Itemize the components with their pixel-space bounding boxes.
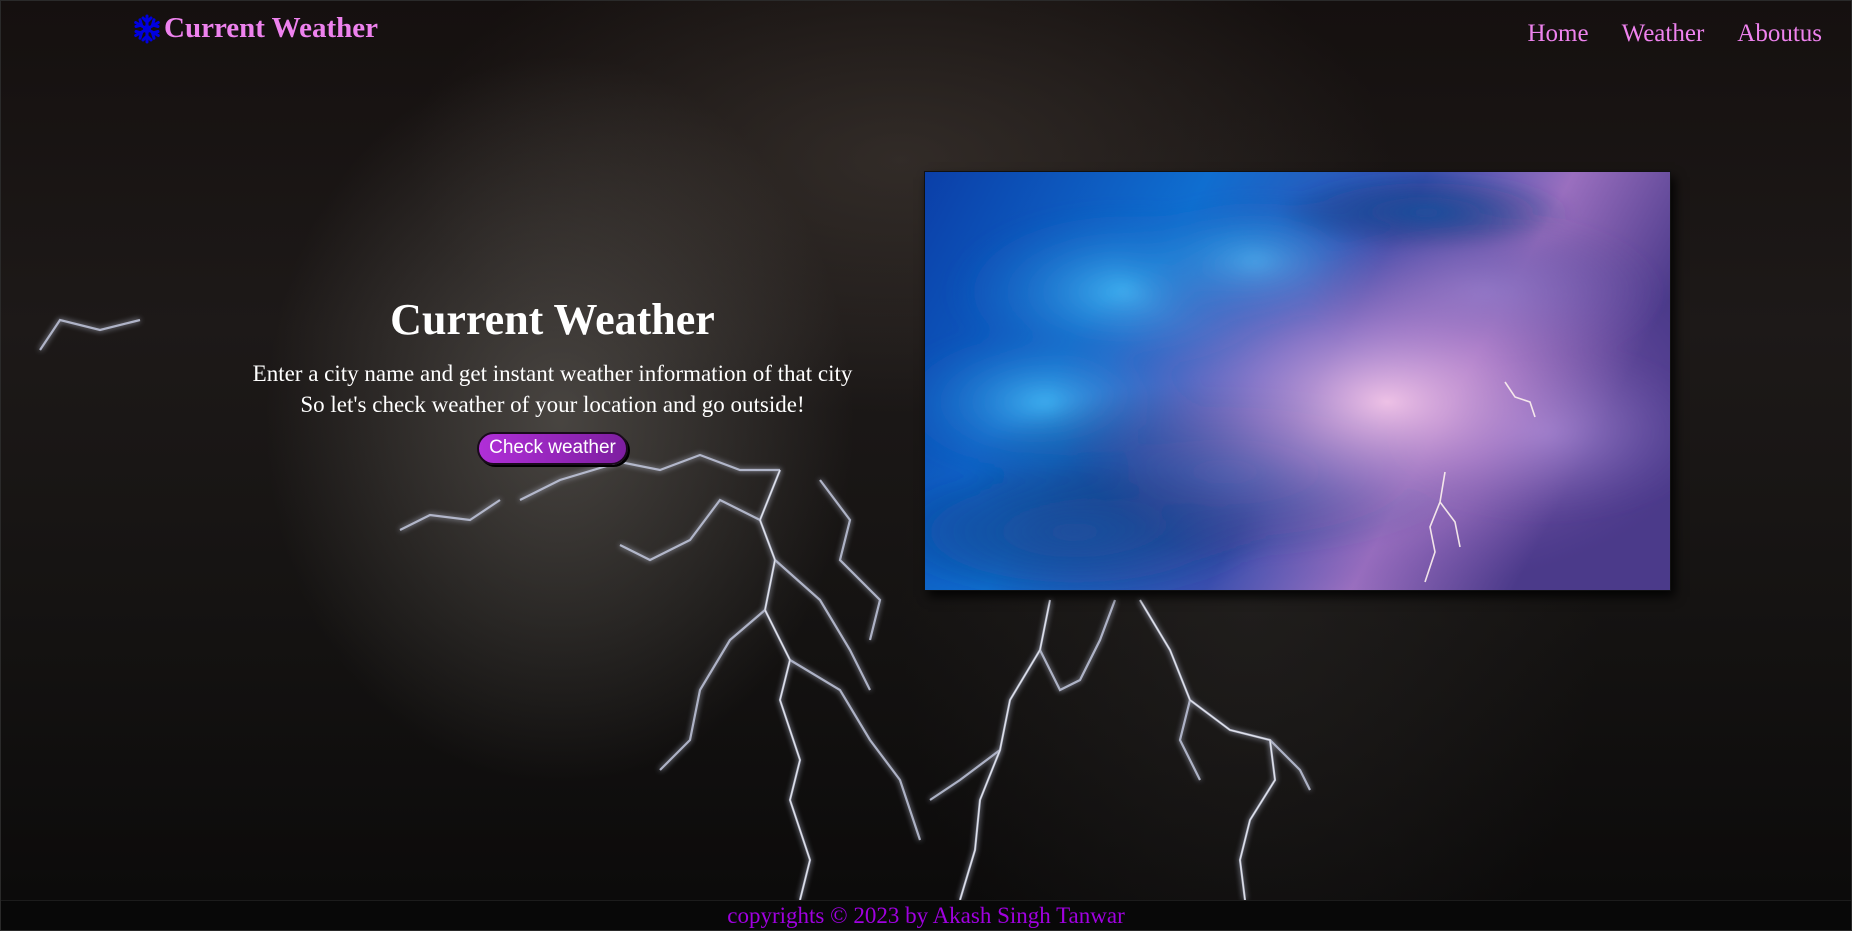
nav-links: Home Weather Aboutus [1528,20,1823,48]
page: Current Weather Home Weather Aboutus Cur… [0,0,1852,931]
snowflake-icon [132,14,162,44]
brand-text: Current Weather [164,12,378,44]
hero-title: Current Weather [390,295,715,344]
hero-description-line-1: Enter a city name and get instant weathe… [252,361,853,386]
brand-logo[interactable]: Current Weather [132,12,378,45]
nav-link-home[interactable]: Home [1528,20,1589,48]
hero-section: Current Weather Enter a city name and ge… [200,290,905,465]
navbar: Current Weather Home Weather Aboutus [0,0,1852,70]
check-weather-button[interactable]: Check weather [477,432,628,465]
footer: copyrights © 2023 by Akash Singh Tanwar [0,900,1852,931]
copyright-text: copyrights © 2023 by Akash Singh Tanwar [727,903,1125,928]
storm-image [924,171,1671,591]
nav-link-weather[interactable]: Weather [1622,20,1705,48]
nav-link-aboutus[interactable]: Aboutus [1737,20,1822,48]
hero-description-line-2: So let's check weather of your location … [300,392,805,417]
